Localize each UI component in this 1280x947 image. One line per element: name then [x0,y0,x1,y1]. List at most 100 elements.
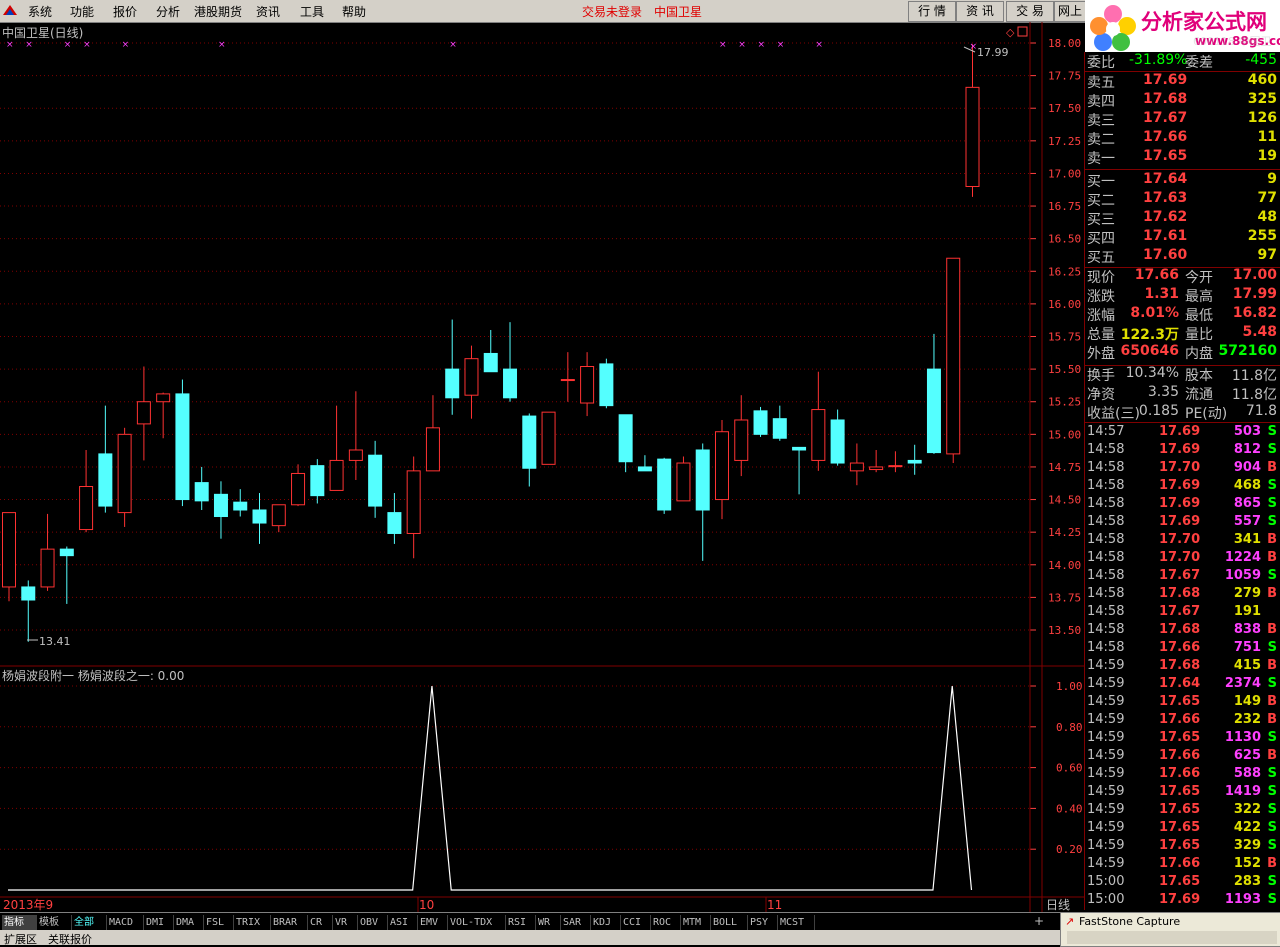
candle[interactable] [849,443,864,486]
indicator-tab[interactable]: MCST [778,915,815,930]
indicator-tab[interactable]: OBV [358,915,388,930]
candle[interactable] [21,580,36,642]
candle[interactable] [2,512,16,602]
indicator-tab[interactable]: BRAR [271,915,308,930]
candle[interactable] [695,443,710,561]
candle[interactable] [946,257,961,464]
indicator-tab[interactable]: 全部 [72,915,107,930]
candle[interactable] [676,456,691,502]
y-tick-label: 16.50 [1048,233,1081,246]
candle[interactable] [483,329,498,373]
candle[interactable] [869,449,884,473]
indicator-tab[interactable]: CR [308,915,333,930]
candle[interactable] [830,409,845,466]
menu-tools[interactable]: 工具 [300,3,324,20]
candle[interactable] [368,440,383,518]
candle[interactable] [59,546,74,604]
indicator-tab[interactable]: SAR [561,915,591,930]
app-logo-icon[interactable] [2,3,18,17]
indicator-tab[interactable]: DMA [174,915,204,930]
candle[interactable] [772,405,787,441]
candle[interactable] [156,392,171,439]
candle[interactable] [291,464,306,507]
menu-news[interactable]: 资讯 [256,3,280,20]
indicator-tab[interactable]: WR [536,915,561,930]
tab-info[interactable]: 资 讯 [956,1,1004,22]
candle[interactable] [599,358,614,409]
candle[interactable] [734,395,749,477]
candle[interactable] [271,504,286,533]
candle[interactable] [175,379,190,507]
indicator-tab[interactable]: DMI [144,915,174,930]
candle[interactable] [657,457,672,514]
candle[interactable] [637,455,652,472]
candle[interactable] [79,449,94,533]
candle[interactable] [926,333,941,454]
candle[interactable] [580,352,595,417]
candle[interactable] [406,456,421,559]
indicator-tab[interactable]: CCI [621,915,651,930]
tab-trade[interactable]: 交 易 [1006,1,1054,22]
candle[interactable] [811,371,826,471]
candle[interactable] [503,322,518,402]
indicator-tab[interactable]: ASI [388,915,418,930]
candle[interactable] [618,414,633,473]
y-tick-label: 17.00 [1048,167,1081,180]
indicator-tab[interactable]: EMV [418,915,448,930]
close-chart-icon[interactable] [1017,26,1028,37]
indicator-tab[interactable]: RSI [506,915,536,930]
candle[interactable] [560,352,575,402]
menu-function[interactable]: 功能 [70,3,94,20]
candle[interactable] [213,481,228,539]
candle[interactable] [329,405,344,491]
faststone-capture-window[interactable]: ↗ FastStone Capture [1060,912,1280,947]
indicator-tab[interactable]: ROC [651,915,681,930]
menu-analysis[interactable]: 分析 [156,3,180,20]
candle[interactable] [98,405,113,513]
tab-online[interactable]: 网上 [1054,1,1086,22]
candle[interactable] [387,493,402,544]
login-status[interactable]: 交易未登录 [582,3,642,20]
candle[interactable] [541,411,556,465]
indicator-tab[interactable]: FSL [204,915,234,930]
candle[interactable] [194,466,209,510]
indicator-tab[interactable]: MACD [107,915,144,930]
indicator-tab[interactable]: MTM [681,915,711,930]
tick-side: B [1267,460,1277,475]
candle[interactable] [310,459,325,504]
menu-quote[interactable]: 报价 [113,3,137,20]
indicator-tab[interactable]: VOL-TDX [448,915,506,930]
candle[interactable] [117,427,132,527]
indicator-tab[interactable]: VR [333,915,358,930]
kline-chart[interactable]: × × × × × × × × × × × × × 18.0017.7517.5017.2517.001… [0,22,1084,912]
indicator-tab[interactable]: 模板 [37,915,72,930]
diamond-icon[interactable]: ◇ [1006,26,1015,39]
indicator-tab[interactable]: PSY [748,915,778,930]
candle[interactable] [888,451,903,473]
candle[interactable] [753,406,768,437]
indicator-tab[interactable]: TRIX [234,915,271,930]
faststone-toolbar[interactable] [1067,931,1277,944]
candle[interactable] [965,44,980,197]
candle[interactable] [425,395,440,472]
candle[interactable] [233,489,248,517]
candle[interactable] [792,446,807,495]
candle[interactable] [522,413,537,487]
period-label[interactable]: 日线 [1046,898,1070,912]
menu-help[interactable]: 帮助 [342,3,366,20]
candle[interactable] [136,366,151,461]
candle[interactable] [464,345,479,419]
tab-market[interactable]: 行 情 [908,1,956,22]
candle[interactable] [252,493,267,544]
menu-system[interactable]: 系统 [28,3,52,20]
plus-icon[interactable]: + [1034,914,1044,928]
candle[interactable] [445,319,460,415]
indicator-tab[interactable]: 指标 [2,915,37,930]
candle[interactable] [40,513,55,591]
candle[interactable] [907,444,922,475]
menu-hk-futures[interactable]: 港股期货 [194,3,242,20]
faststone-icon: ↗ [1065,915,1075,928]
indicator-tab[interactable]: BOLL [711,915,748,930]
indicator-tab[interactable]: KDJ [591,915,621,930]
candle[interactable] [714,419,729,520]
